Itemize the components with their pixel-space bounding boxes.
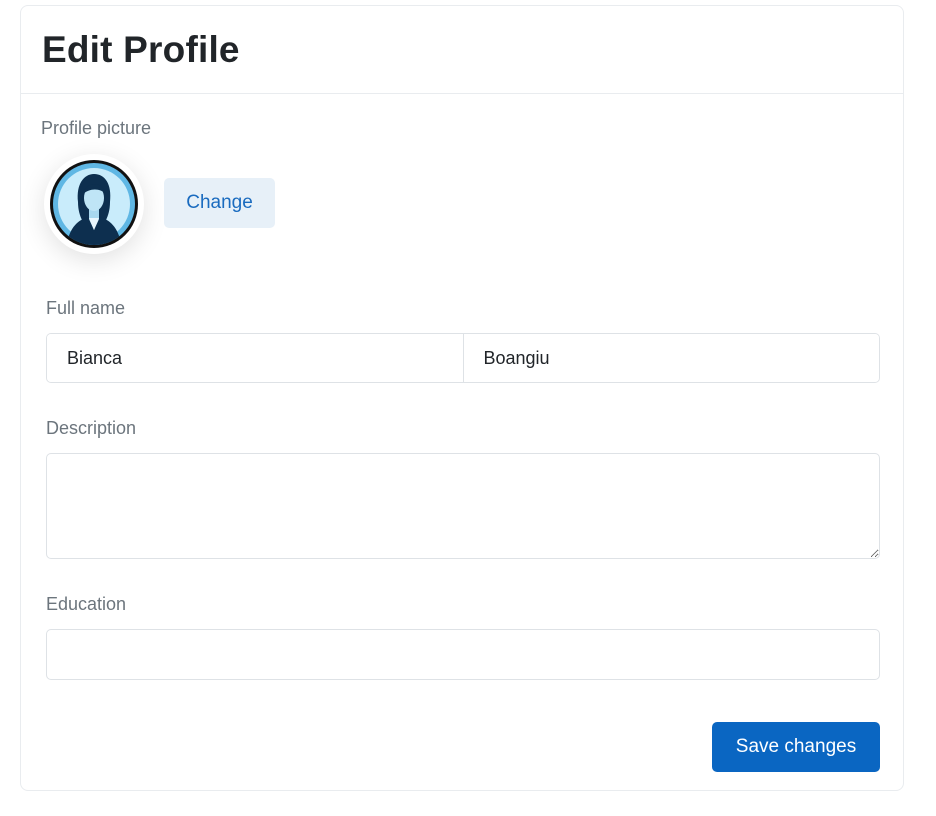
save-changes-button[interactable]: Save changes — [712, 722, 880, 772]
full-name-label: Full name — [46, 298, 126, 318]
education-field[interactable] — [46, 629, 880, 680]
full-name-input-group — [46, 333, 880, 383]
change-picture-button[interactable]: Change — [164, 178, 275, 228]
first-name-field[interactable] — [47, 334, 463, 382]
description-label: Description — [46, 418, 137, 438]
education-label: Education — [46, 594, 127, 614]
page-title: Edit Profile — [42, 28, 240, 70]
card-header: Edit Profile — [21, 6, 903, 94]
profile-picture-label: Profile picture — [41, 118, 152, 138]
last-name-field[interactable] — [463, 334, 879, 382]
edit-profile-card: Edit Profile Profile picture Change Full… — [20, 5, 904, 791]
woman-avatar-icon — [50, 160, 138, 248]
description-textarea[interactable] — [46, 453, 880, 559]
avatar — [44, 154, 144, 254]
